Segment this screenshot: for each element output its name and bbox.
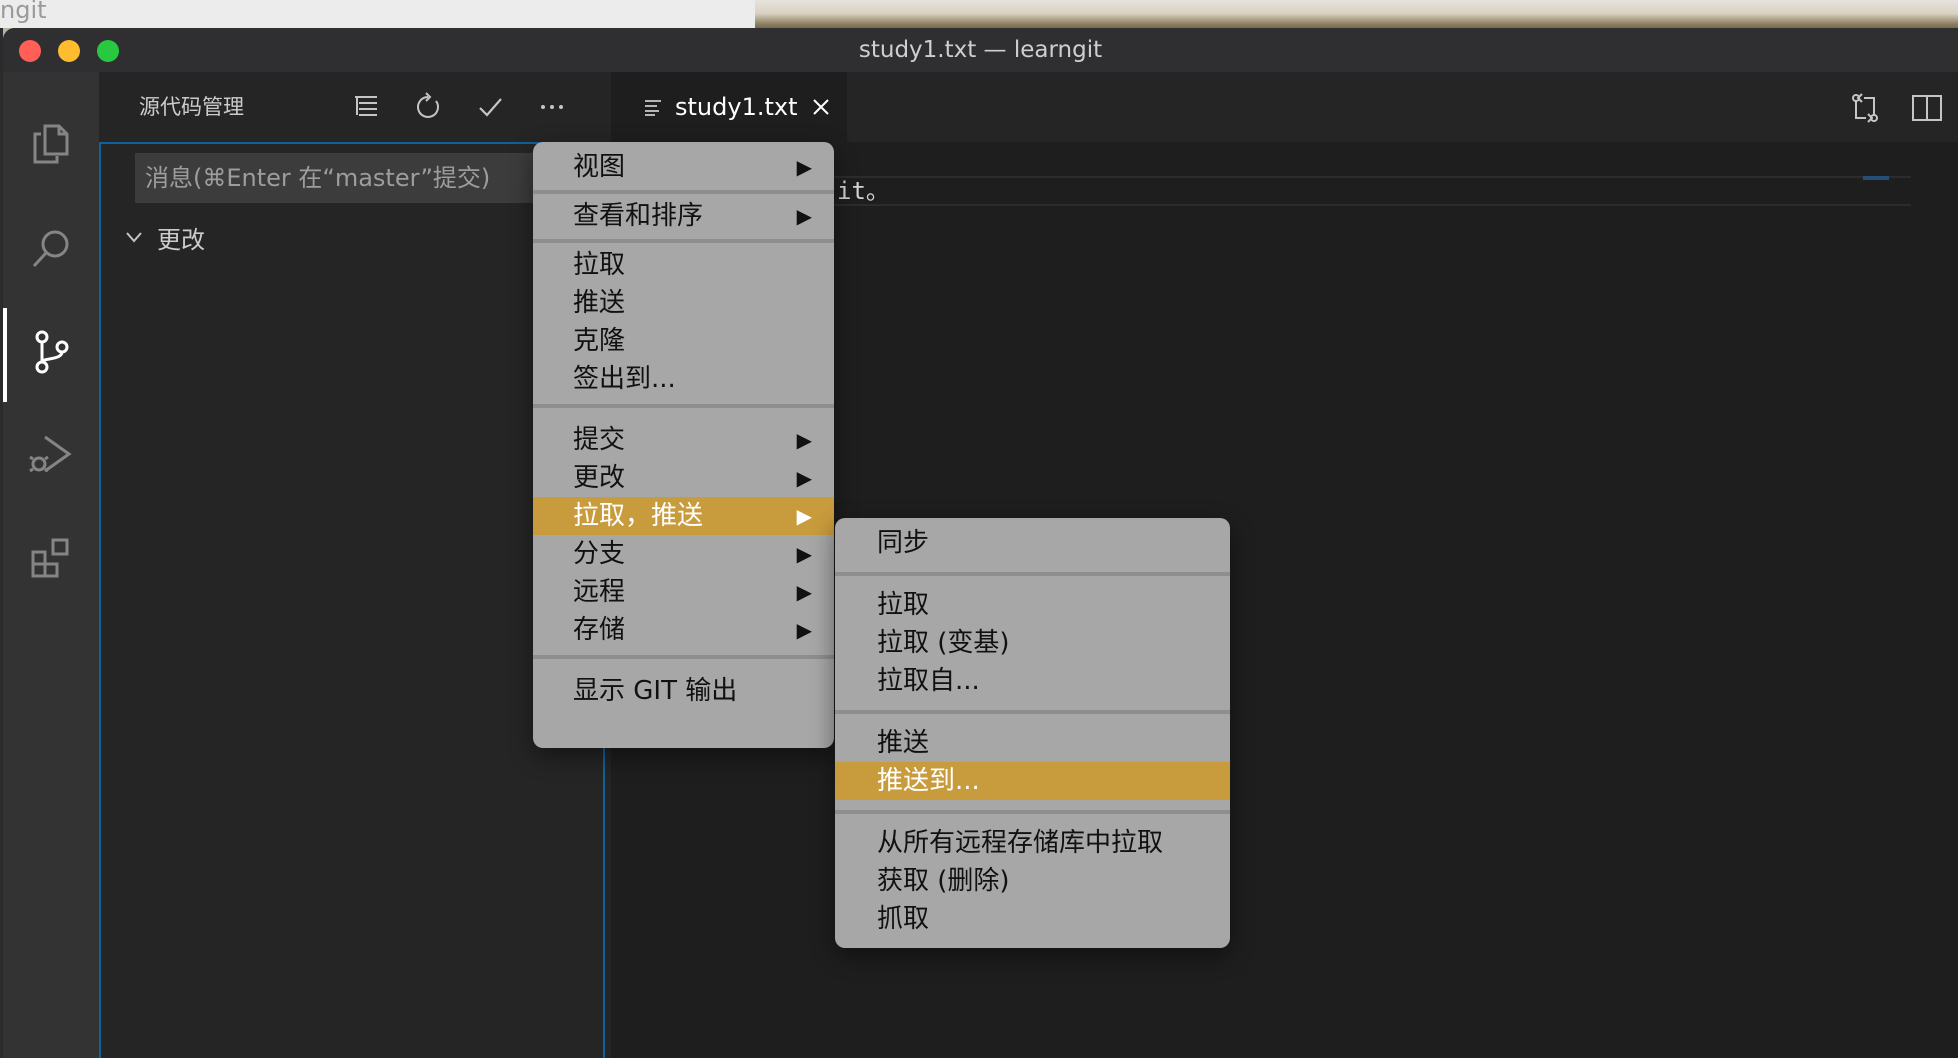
tab-study1[interactable]: study1.txt [611, 72, 847, 142]
minimap-marker [1863, 176, 1889, 180]
pull-push-submenu: 同步 拉取 拉取 (变基) 拉取自... 推送 推送到... 从所有远程存储库中… [835, 518, 1230, 948]
menu-item-label: 签出到... [573, 364, 676, 394]
submenu-arrow-icon: ▶ [796, 580, 812, 604]
menu-item-checkout-to[interactable]: 签出到... [533, 360, 834, 398]
editor-text-line[interactable]: it。 [837, 176, 890, 206]
menu-separator [533, 190, 834, 194]
menu-item-label: 克隆 [573, 326, 626, 356]
sidebar-title: 源代码管理 [139, 95, 244, 119]
run-debug-icon[interactable] [3, 405, 99, 505]
split-editor-icon[interactable] [1909, 90, 1945, 126]
menu-item-pull-push[interactable]: 拉取，推送 ▶ [533, 497, 834, 535]
menu-item-view[interactable]: 视图 ▶ [533, 148, 834, 186]
sidebar-focus-border [99, 142, 605, 1058]
submenu-arrow-icon: ▶ [796, 155, 812, 179]
menu-item-label: 拉取，推送 [573, 501, 704, 531]
menu-separator [835, 810, 1230, 814]
sidebar-header: 源代码管理 [99, 72, 611, 142]
submenu-arrow-icon: ▶ [796, 204, 812, 228]
menu-item-label: 分支 [573, 539, 626, 569]
menu-item-label: 推送 [573, 288, 626, 318]
menu-item-label: 获取 (删除) [877, 866, 1010, 896]
scm-more-actions-menu: 视图 ▶ 查看和排序 ▶ 拉取 推送 克隆 签出到... 提交 ▶ 更改 ▶ 拉取，推送… [533, 142, 834, 748]
menu-item-label: 抓取 [877, 904, 930, 934]
current-line-border [831, 176, 1911, 178]
menu-item-label: 拉取 [877, 590, 930, 620]
menu-item-label: 从所有远程存储库中拉取 [877, 828, 1164, 858]
submenu-item-fetch[interactable]: 抓取 [835, 900, 1230, 938]
menu-item-changes[interactable]: 更改 ▶ [533, 459, 834, 497]
menu-item-label: 查看和排序 [573, 201, 704, 231]
menu-item-label: 远程 [573, 577, 626, 607]
editor-tab-bar: study1.txt [611, 72, 1958, 142]
menu-item-stash[interactable]: 存储 ▶ [533, 611, 834, 649]
submenu-item-sync[interactable]: 同步 [835, 524, 1230, 562]
text-file-icon [645, 100, 661, 116]
menu-item-label: 推送 [877, 728, 930, 758]
activity-bar [3, 72, 99, 1058]
menu-item-branch[interactable]: 分支 ▶ [533, 535, 834, 573]
menu-item-label: 同步 [877, 528, 930, 558]
menu-separator [533, 239, 834, 243]
menu-item-label: 拉取 [573, 250, 626, 280]
submenu-arrow-icon: ▶ [796, 542, 812, 566]
menu-separator [533, 655, 834, 659]
menu-item-push[interactable]: 推送 [533, 284, 834, 322]
menu-separator [835, 572, 1230, 576]
desktop-wallpaper [755, 0, 1958, 30]
tree-view-icon[interactable] [347, 88, 385, 126]
menu-item-label: 拉取自... [877, 666, 980, 696]
background-window-title: ngit [0, 0, 47, 24]
changes-section-header[interactable]: 更改 [123, 214, 205, 260]
menu-item-label: 更改 [573, 463, 626, 493]
submenu-arrow-icon: ▶ [796, 504, 812, 528]
changes-label: 更改 [157, 225, 205, 254]
submenu-item-fetch-prune[interactable]: 获取 (删除) [835, 862, 1230, 900]
submenu-item-pull-from-all-remotes[interactable]: 从所有远程存储库中拉取 [835, 824, 1230, 862]
menu-item-remote[interactable]: 远程 ▶ [533, 573, 834, 611]
window-title: study1.txt — learngit [858, 37, 1103, 63]
open-changes-icon[interactable] [1847, 90, 1883, 126]
submenu-item-push-to[interactable]: 推送到... [835, 762, 1230, 800]
files-icon[interactable] [3, 94, 99, 194]
extensions-icon[interactable] [3, 508, 99, 608]
submenu-arrow-icon: ▶ [796, 466, 812, 490]
menu-item-commit[interactable]: 提交 ▶ [533, 421, 834, 459]
menu-separator [533, 404, 834, 408]
menu-item-clone[interactable]: 克隆 [533, 322, 834, 360]
menu-item-label: 拉取 (变基) [877, 628, 1010, 658]
menu-item-label: 视图 [573, 152, 626, 182]
chevron-down-icon [126, 232, 142, 243]
more-actions-icon[interactable] [533, 88, 571, 126]
menu-item-label: 提交 [573, 425, 626, 455]
menu-separator [835, 710, 1230, 714]
title-bar: study1.txt — learngit [3, 28, 1958, 72]
submenu-arrow-icon: ▶ [796, 428, 812, 452]
search-icon[interactable] [3, 199, 99, 299]
menu-item-pull[interactable]: 拉取 [533, 246, 834, 284]
submenu-item-pull[interactable]: 拉取 [835, 586, 1230, 624]
close-icon[interactable] [811, 97, 831, 117]
source-control-icon[interactable] [3, 302, 99, 402]
tab-label: study1.txt [675, 93, 798, 121]
refresh-icon[interactable] [409, 88, 447, 126]
menu-item-show-git-output[interactable]: 显示 GIT 输出 [533, 672, 834, 710]
menu-item-view-and-sort[interactable]: 查看和排序 ▶ [533, 197, 834, 235]
menu-item-label: 推送到... [877, 766, 980, 796]
submenu-item-push[interactable]: 推送 [835, 724, 1230, 762]
submenu-arrow-icon: ▶ [796, 618, 812, 642]
submenu-item-pull-rebase[interactable]: 拉取 (变基) [835, 624, 1230, 662]
menu-item-label: 显示 GIT 输出 [573, 676, 738, 706]
submenu-item-pull-from[interactable]: 拉取自... [835, 662, 1230, 700]
commit-check-icon[interactable] [471, 88, 509, 126]
current-line-border [831, 204, 1911, 206]
background-window-strip: ngit [0, 0, 755, 28]
menu-item-label: 存储 [573, 615, 626, 645]
